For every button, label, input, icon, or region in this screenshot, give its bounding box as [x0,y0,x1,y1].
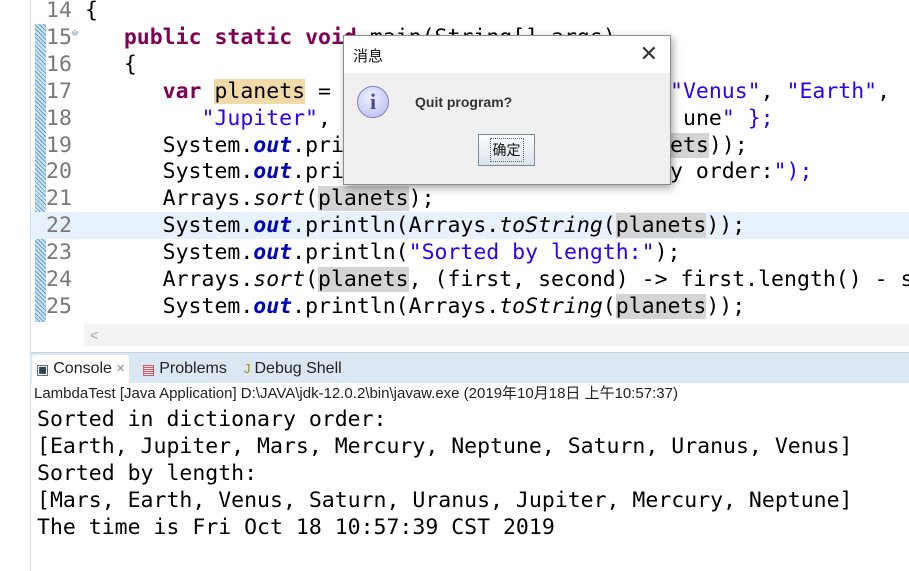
code-text: ets)); [670,132,748,158]
message-dialog: 消息 ✕ i Quit program? 确定 [343,35,671,185]
dialog-title: 消息 [353,48,384,65]
code-text: Arrays.sort(planets); [85,186,435,212]
launch-info: LambdaTest [Java Application] D:\JAVA\jd… [34,385,678,402]
code-text: System.out.pri [85,132,344,158]
line-number: 22 [46,213,72,239]
console-output-line: Sorted in dictionary order: [37,407,387,432]
tab-debug-shell[interactable]: J Debug Shell [244,355,342,383]
code-text: { [85,0,98,23]
tab-label: Problems [159,360,227,377]
tab-problems[interactable]: ▤ Problems [142,355,227,383]
tab-label: Console [53,360,112,377]
dialog-message: Quit program? [415,94,513,110]
line-number: 19 [46,132,72,158]
code-text: Arrays.sort(planets, (first, second) -> … [85,267,909,292]
code-line[interactable]: 24 Arrays.sort(planets, (first, second) … [0,266,909,293]
fold-icon[interactable]: ⊖ [72,20,78,47]
code-line[interactable]: 25 System.out.println(Arrays.toString(pl… [0,293,909,320]
line-number: 23 [46,240,72,266]
code-text: { [85,51,137,77]
console-output-line: [Earth, Jupiter, Mars, Mercury, Neptune,… [37,434,853,459]
code-line[interactable]: 21 Arrays.sort(planets); [0,185,909,212]
scroll-left-arrow[interactable]: < [90,327,98,343]
line-number: 25 [46,293,72,319]
ok-button-label: 确定 [489,138,524,162]
code-text: "Jupiter", [201,105,331,131]
tab-console[interactable]: ▣ Console ✕ [32,355,130,383]
code-text: System.out.println(Arrays.toString(plane… [85,213,746,239]
left-panel-edge [0,0,31,571]
code-line[interactable]: 23 System.out.println("Sorted by length:… [0,239,909,266]
info-icon: i [357,86,389,118]
console-tab-bar: ▣ Console ✕ ▤ Problems J Debug Shell [30,352,909,383]
line-number: 24 [46,267,72,292]
code-text: var planets = [162,78,344,104]
code-text: System.out.println(Arrays.toString(plane… [85,293,746,319]
tab-label: Debug Shell [254,360,342,377]
line-number: 18 [46,105,72,131]
console-icon: ▣ [36,361,50,377]
code-line[interactable]: 14 { [0,0,909,24]
code-text: une" }; [683,105,774,131]
console-output-line: [Mars, Earth, Venus, Saturn, Uranus, Jup… [37,488,853,513]
horizontal-scrollbar[interactable]: < [84,324,909,346]
line-number: 17 [46,78,72,104]
console-output-line: Sorted by length: [37,461,258,486]
debug-shell-icon: J [244,361,251,376]
line-number: 16 [46,51,72,77]
code-text: y order:"); [670,159,813,185]
code-text: System.out.pri [85,159,344,185]
line-number: 20 [46,159,72,185]
console-output-line: The time is Fri Oct 18 10:57:39 CST 2019 [37,515,555,540]
line-number: 21 [46,186,72,212]
line-number: 15 [46,24,72,50]
problems-icon: ▤ [142,361,156,377]
dialog-title-bar[interactable]: 消息 ✕ [344,36,670,73]
code-text: System.out.println("Sorted by length:"); [85,240,681,266]
code-text: "Venus", "Earth", [670,78,891,104]
close-icon[interactable]: ✕ [116,355,125,383]
ok-button[interactable]: 确定 [478,134,535,166]
code-line[interactable]: 22 System.out.println(Arrays.toString(pl… [0,212,909,240]
line-number: 14 [46,0,72,23]
close-icon[interactable]: ✕ [640,41,658,67]
